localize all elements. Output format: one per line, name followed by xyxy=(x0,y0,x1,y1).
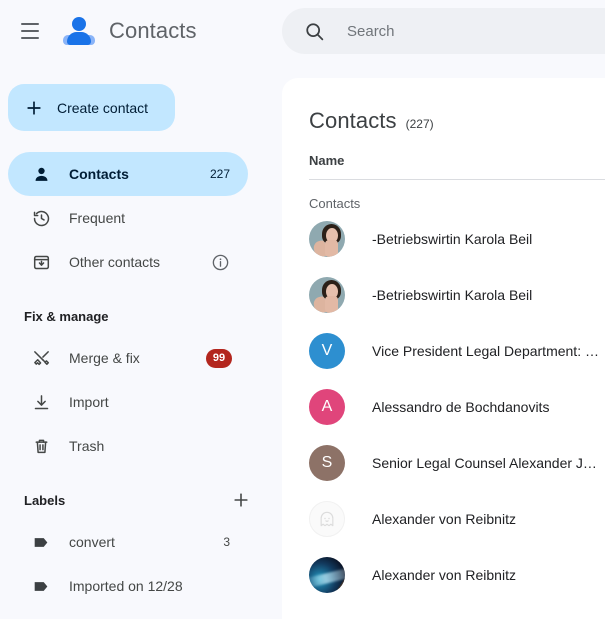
search-input[interactable] xyxy=(347,22,587,40)
header-divider xyxy=(309,179,605,180)
create-contact-button[interactable]: Create contact xyxy=(8,84,175,131)
sidebar-label-convert-text: convert xyxy=(69,534,115,550)
sidebar-item-other-contacts-label: Other contacts xyxy=(69,254,161,270)
avatar-initial: S xyxy=(309,445,345,481)
table-row[interactable]: -Betriebswirtin Karola Beil xyxy=(282,267,605,323)
contact-name: Senior Legal Counsel Alexander Ju… xyxy=(372,455,600,471)
sidebar-item-trash-label: Trash xyxy=(69,438,105,454)
download-icon xyxy=(32,393,51,412)
fix-and-manage-section-header: Fix & manage xyxy=(0,296,282,336)
merge-tools-icon xyxy=(32,349,51,368)
create-contact-label: Create contact xyxy=(57,99,149,116)
labels-section-header: Labels xyxy=(0,480,282,520)
avatar xyxy=(309,501,345,537)
sidebar-item-trash[interactable]: Trash xyxy=(8,424,248,468)
app-title: Contacts xyxy=(109,18,197,43)
sidebar-nav: Contacts 227 Frequent Other contacts Fix… xyxy=(0,152,282,608)
fix-and-manage-title: Fix & manage xyxy=(24,308,109,324)
avatar-initial: V xyxy=(309,333,345,369)
person-icon xyxy=(32,165,51,184)
contact-name: -Betriebswirtin Karola Beil xyxy=(372,231,533,247)
search-bar[interactable] xyxy=(282,8,605,54)
info-icon[interactable] xyxy=(211,253,230,272)
hamburger-menu-icon[interactable] xyxy=(6,7,54,55)
sidebar-item-import-label: Import xyxy=(69,394,109,410)
brand: Contacts xyxy=(62,14,197,48)
history-icon xyxy=(32,209,51,228)
avatar-initial: A xyxy=(309,389,345,425)
contacts-app: Contacts Create contact xyxy=(0,0,605,619)
label-tag-icon xyxy=(32,577,51,596)
labels-title: Labels xyxy=(24,492,66,508)
plus-icon xyxy=(24,98,44,118)
sidebar-item-merge-and-fix-label: Merge & fix xyxy=(69,350,140,366)
label-tag-icon xyxy=(32,533,51,552)
page-title: Contacts xyxy=(309,108,397,133)
table-row[interactable]: V Vice President Legal Department: … xyxy=(282,323,605,379)
sidebar-item-other-contacts[interactable]: Other contacts xyxy=(8,240,248,284)
table-row[interactable]: Alexander von Reibnitz xyxy=(282,547,605,603)
sidebar-item-merge-and-fix[interactable]: Merge & fix 99 xyxy=(8,336,248,380)
page-title-count: (227) xyxy=(405,117,434,131)
avatar xyxy=(309,221,345,257)
archive-down-icon xyxy=(32,253,51,272)
search-icon xyxy=(304,21,325,42)
table-row[interactable]: S Senior Legal Counsel Alexander Ju… xyxy=(282,435,605,491)
sidebar-label-convert-count: 3 xyxy=(223,535,230,549)
contact-name: Alexander von Reibnitz xyxy=(372,567,516,583)
trash-icon xyxy=(32,437,51,456)
sidebar-item-contacts-count: 227 xyxy=(209,167,230,181)
contact-name: -Betriebswirtin Karola Beil xyxy=(372,287,533,303)
sidebar-item-contacts[interactable]: Contacts 227 xyxy=(8,152,248,196)
contacts-logo-icon xyxy=(62,14,96,48)
sidebar-item-import[interactable]: Import xyxy=(8,380,248,424)
create-label-button[interactable] xyxy=(226,485,256,515)
plus-icon xyxy=(231,490,251,510)
sidebar-item-contacts-label: Contacts xyxy=(69,166,129,182)
contacts-content-card: Contacts (227) Name Contacts -Betriebswi… xyxy=(282,78,605,619)
contact-name: Alexander von Reibnitz xyxy=(372,511,516,527)
sidebar: Create contact Contacts 227 Frequent Oth… xyxy=(0,62,282,619)
group-label-contacts: Contacts xyxy=(309,196,361,211)
contacts-list: -Betriebswirtin Karola Beil -Betriebswir… xyxy=(282,211,605,603)
column-header-name: Name xyxy=(309,153,345,168)
sidebar-item-frequent[interactable]: Frequent xyxy=(8,196,248,240)
table-row[interactable]: -Betriebswirtin Karola Beil xyxy=(282,211,605,267)
merge-and-fix-badge: 99 xyxy=(206,348,232,368)
contact-name: Vice President Legal Department: … xyxy=(372,343,599,359)
sidebar-label-imported[interactable]: Imported on 12/28 xyxy=(8,564,248,608)
content-header: Contacts (227) xyxy=(282,78,605,134)
avatar xyxy=(309,557,345,593)
sidebar-item-frequent-label: Frequent xyxy=(69,210,126,226)
table-row[interactable]: A Alessandro de Bochdanovits xyxy=(282,379,605,435)
sidebar-label-convert[interactable]: convert 3 xyxy=(8,520,248,564)
sidebar-label-imported-text: Imported on 12/28 xyxy=(69,578,183,594)
table-row[interactable]: Alexander von Reibnitz xyxy=(282,491,605,547)
avatar xyxy=(309,277,345,313)
contact-name: Alessandro de Bochdanovits xyxy=(372,399,550,415)
